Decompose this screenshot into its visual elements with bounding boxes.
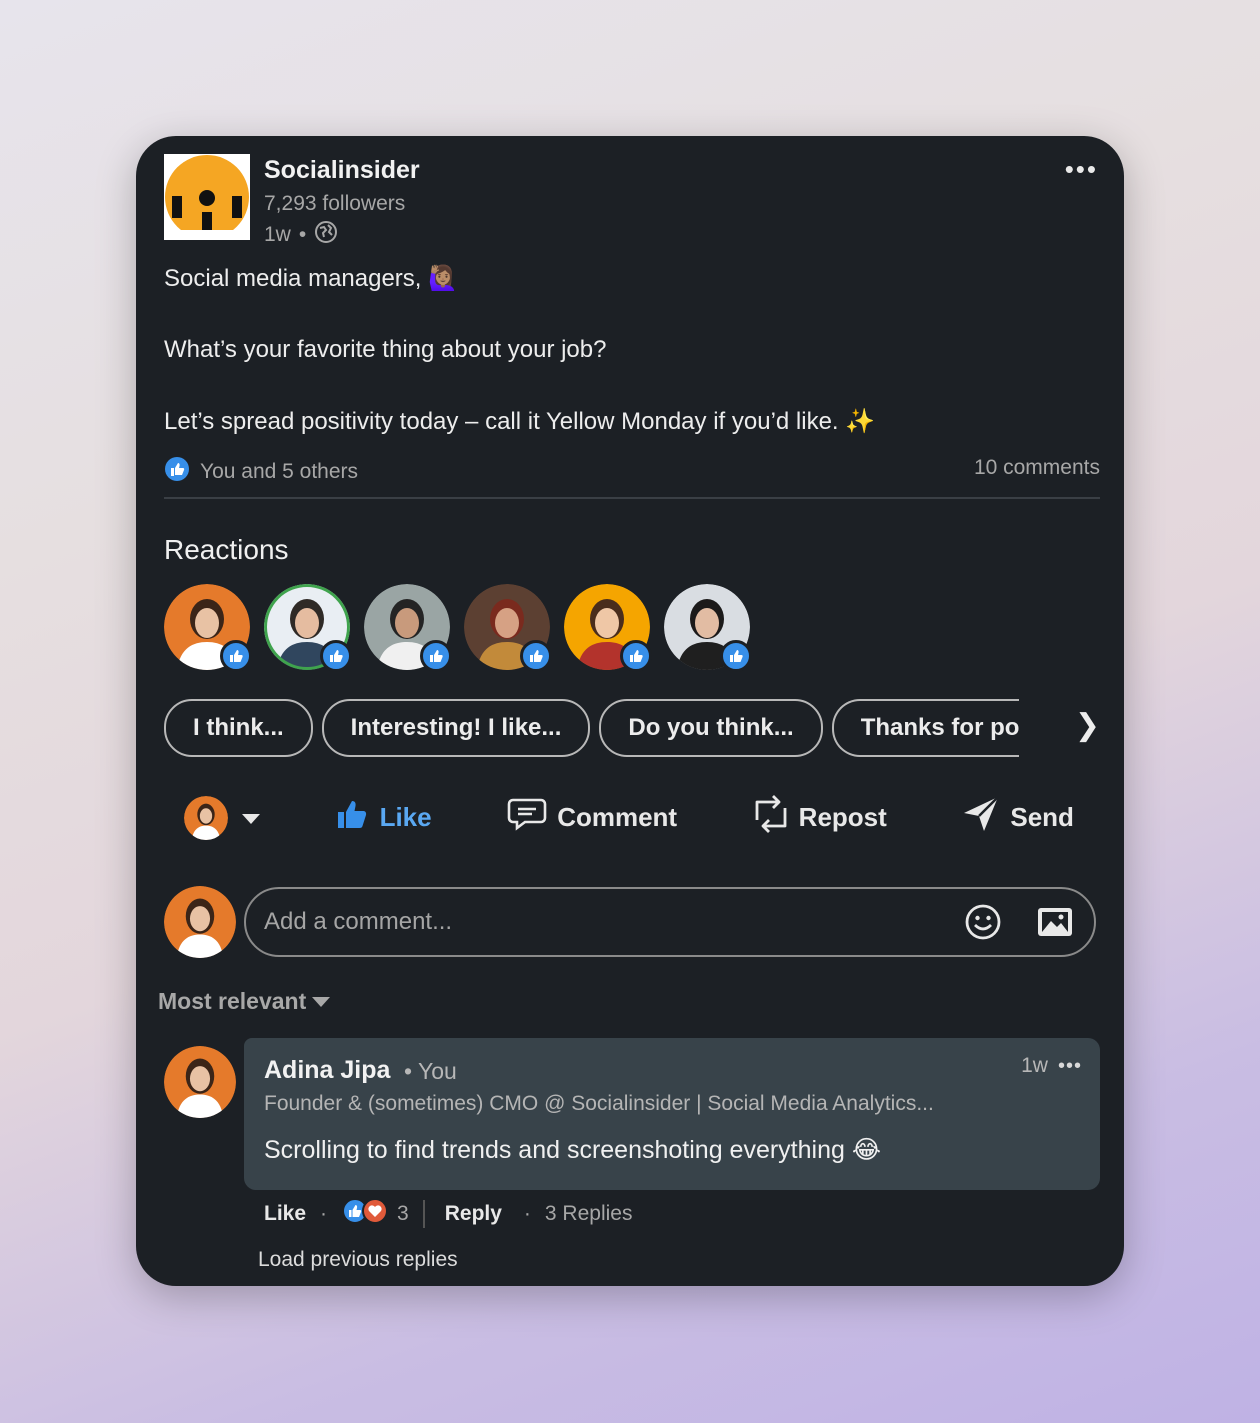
repost-label: Repost	[798, 802, 887, 832]
sort-label: Most relevant	[158, 988, 307, 1014]
comment-label: Comment	[557, 802, 678, 832]
reactions-summary[interactable]: You and 5 others	[164, 456, 358, 488]
emoji-icon[interactable]	[964, 903, 1002, 948]
comment-input[interactable]: Add a comment...	[244, 887, 1096, 957]
post-age-text: 1w	[264, 223, 291, 246]
like-heart-icons	[341, 1197, 391, 1231]
send-label: Send	[1010, 802, 1074, 832]
like-badge-icon	[520, 640, 552, 672]
follower-count: 7,293 followers	[264, 192, 406, 215]
suggestion-chip[interactable]: Do you think...	[599, 699, 823, 757]
like-badge-icon	[220, 640, 252, 672]
comment-more-icon[interactable]: •••	[1058, 1055, 1082, 1078]
repost-icon	[753, 792, 789, 843]
comment-bubble: Adina Jipa • You 1w ••• Founder & (somet…	[244, 1038, 1100, 1190]
reactions-title: Reactions	[164, 534, 289, 565]
like-label: Like	[379, 802, 432, 832]
comment-suggestions: I think... Interesting! I like... Do you…	[164, 699, 1084, 757]
reaction-picker[interactable]	[184, 795, 260, 840]
comment-time: 1w	[1021, 1054, 1048, 1077]
more-options-icon[interactable]: •••	[1065, 154, 1098, 185]
comment-composer: Add a comment...	[164, 886, 1096, 958]
post-text-line-3: Let’s spread positivity today – call it …	[164, 408, 876, 435]
suggestion-chip[interactable]: I think...	[164, 699, 313, 757]
comment-actions: Like · 3 Reply · 3 Replies	[264, 1197, 632, 1231]
commenter-avatar[interactable]	[164, 1046, 236, 1118]
divider	[164, 497, 1100, 499]
post-card: Socialinsider 7,293 followers 1w • ••• S…	[136, 136, 1124, 1286]
reaction-avatar[interactable]	[264, 584, 352, 672]
caret-down-icon	[242, 802, 260, 833]
caret-down-icon	[312, 988, 331, 1015]
reaction-avatar[interactable]	[364, 584, 452, 672]
post-age: 1w •	[264, 220, 338, 250]
company-logo[interactable]	[164, 154, 250, 240]
like-badge-icon	[420, 640, 452, 672]
globe-icon	[314, 220, 338, 250]
thumbs-up-icon	[336, 797, 370, 838]
company-name[interactable]: Socialinsider	[264, 156, 420, 185]
comment-placeholder: Add a comment...	[264, 908, 453, 935]
comment-author[interactable]: Adina Jipa	[264, 1056, 390, 1085]
comment-icon	[507, 797, 547, 838]
like-badge-icon	[620, 640, 652, 672]
repost-button[interactable]: Repost	[753, 792, 887, 843]
send-icon	[962, 795, 1000, 840]
action-bar: Like Comment Repost Send	[184, 792, 1074, 843]
my-avatar[interactable]	[164, 886, 236, 958]
comment-meta: 1w •••	[1021, 1054, 1082, 1078]
chevron-right-icon[interactable]: ❯	[1075, 708, 1100, 743]
post-text-line-2: What’s your favorite thing about your jo…	[164, 336, 607, 363]
comment-button[interactable]: Comment	[507, 797, 677, 838]
load-previous-replies[interactable]: Load previous replies	[258, 1248, 458, 1272]
reaction-avatar[interactable]	[164, 584, 252, 672]
sort-dropdown[interactable]: Most relevant	[158, 988, 331, 1015]
suggestion-chip[interactable]: Thanks for po	[831, 699, 1020, 757]
suggestion-chip[interactable]: Interesting! I like...	[321, 699, 591, 757]
post-text-line-1: Social media managers, 🙋🏽‍♀️	[164, 265, 459, 292]
like-button[interactable]: Like	[336, 797, 432, 838]
reaction-avatar[interactable]	[464, 584, 552, 672]
separator	[422, 1200, 425, 1228]
comment-text: Scrolling to find trends and screenshoti…	[264, 1136, 882, 1164]
author-relation: • You	[404, 1058, 457, 1084]
replies-count[interactable]: 3 Replies	[545, 1202, 633, 1226]
author-headline: Founder & (sometimes) CMO @ Socialinside…	[264, 1092, 934, 1115]
reaction-count: 3	[397, 1202, 409, 1225]
reply-button[interactable]: Reply	[445, 1202, 502, 1226]
comment-like-button[interactable]: Like	[264, 1202, 306, 1226]
comment-reactions[interactable]: 3	[341, 1197, 409, 1231]
like-badge-icon	[320, 640, 352, 672]
like-badge-icon	[720, 640, 752, 672]
reaction-avatar[interactable]	[564, 584, 652, 672]
reaction-avatars	[164, 584, 752, 672]
image-icon[interactable]	[1036, 903, 1074, 948]
reaction-avatar[interactable]	[664, 584, 752, 672]
reactions-summary-text: You and 5 others	[200, 460, 359, 483]
send-button[interactable]: Send	[962, 795, 1074, 840]
my-avatar-small	[184, 795, 228, 840]
comments-count[interactable]: 10 comments	[974, 456, 1100, 480]
like-reaction-icon	[164, 456, 190, 488]
